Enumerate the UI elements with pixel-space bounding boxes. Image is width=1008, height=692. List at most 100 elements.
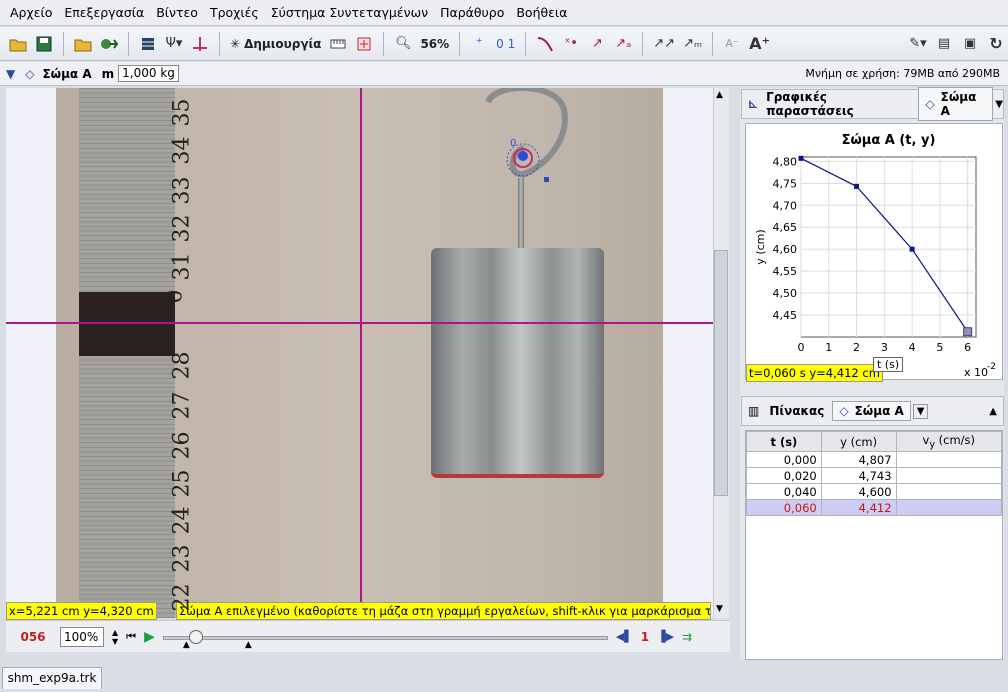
zoom-level[interactable]: 56% (417, 31, 452, 57)
trail-icon[interactable]: ⁺ (467, 31, 491, 57)
refresh-icon[interactable]: ↻ (984, 31, 1008, 57)
notes-icon[interactable]: ▤ (932, 31, 956, 57)
save-icon[interactable] (32, 31, 56, 57)
table-cell[interactable]: 4,743 (820, 467, 897, 484)
table-row[interactable]: 0,060 4,412 (746, 499, 1003, 516)
frame-number[interactable]: 056 (14, 630, 52, 644)
open-folder-icon[interactable] (6, 31, 30, 57)
menu-help[interactable]: Βοήθεια (510, 0, 573, 26)
velocity-icon[interactable]: ↗ (585, 31, 609, 57)
loop-icon[interactable]: ⇉ (682, 630, 692, 644)
data-table[interactable]: t (s) y (cm) vy (cm/s) 0,000 4,807 0,020 4,… (746, 431, 1003, 516)
table-cell[interactable] (895, 451, 1003, 468)
data-table-area[interactable]: t (s) y (cm) vy (cm/s) 0,000 4,807 0,020 4,… (745, 430, 1003, 660)
momentum-icon[interactable]: ↗ₘ (680, 31, 705, 57)
table-panel-header: ▥ Πίνακας ◇ Σώμα A ▼ ▲ (741, 396, 1004, 426)
x-tick-label: 3 (881, 341, 888, 354)
data-point (854, 183, 860, 189)
properties-icon[interactable]: ▣ (958, 31, 982, 57)
step-forward-icon[interactable]: ▐▶ (657, 630, 674, 643)
plot-area[interactable]: 0 1 2 3 4 5 6 4,80 4,75 4,70 4,65 4,60 4,55 4,50 4,45 Σ… (745, 123, 1003, 380)
plot-tab-label[interactable]: Γραφικές παραστάσεις (766, 90, 910, 118)
position-icon[interactable]: ˣ• (559, 31, 583, 57)
mass-field[interactable]: 1,000 kg (118, 65, 179, 82)
table-cell[interactable] (895, 467, 1003, 484)
create-track-button[interactable]: ✳ Δημιουργία (227, 31, 324, 57)
diamond-icon: ◇ (925, 97, 935, 111)
table-cell[interactable]: 0,060 (746, 499, 822, 516)
tape-icon[interactable] (326, 31, 350, 57)
calibration-icon[interactable]: Ψ▾ (162, 31, 186, 57)
ruler-number: 33 (169, 176, 195, 205)
export-icon[interactable] (97, 31, 121, 57)
font-larger-icon[interactable]: A⁺ (746, 31, 773, 57)
open-video-icon[interactable] (71, 31, 95, 57)
scroll-up-icon[interactable]: ▲ (716, 90, 723, 100)
table-row[interactable]: 0,040 4,600 (746, 483, 1003, 500)
status-message: Σώμα A επιλεγμένο (καθορίστε τη μάζα στη… (176, 602, 711, 620)
slider-knob[interactable] (188, 629, 203, 644)
chevron-down-icon[interactable]: ▼ (912, 403, 929, 419)
plot-track-selector[interactable]: ◇ Σώμα A (918, 87, 994, 121)
table-header[interactable]: t (s) (746, 431, 822, 452)
x-tick-label: 0 (798, 341, 805, 354)
track-name[interactable]: Σώμα A (42, 67, 91, 81)
x-tick-label: 6 (964, 341, 971, 354)
frame-slider[interactable]: ▲ ▲ (162, 627, 608, 650)
font-smaller-icon[interactable]: A⁻ (720, 31, 744, 57)
menu-edit[interactable]: Επεξεργασία (58, 0, 150, 26)
ruler-number: 22 (169, 583, 195, 612)
axes-icon[interactable] (188, 31, 212, 57)
step-size[interactable]: 1 (641, 630, 649, 644)
file-tab[interactable]: shm_exp9a.trk (2, 667, 102, 689)
zoom-spinner-icon[interactable]: ▲ ▼ (112, 628, 118, 646)
menu-coordinate-system[interactable]: Σύστημα Συντεταγμένων (265, 0, 434, 26)
play-icon[interactable]: ▶ (144, 629, 155, 645)
table-row[interactable]: 0,000 4,807 (746, 451, 1003, 468)
acceleration-icon[interactable]: ↗ₐ (611, 31, 635, 57)
plot-icon[interactable]: ⊾ (748, 97, 758, 111)
ruler-number: 32 (169, 214, 195, 243)
go-to-start-icon[interactable]: ⏮ (126, 630, 136, 644)
zoom-icon[interactable]: 🔍︎ (391, 31, 415, 57)
menu-file[interactable]: Αρχείο (4, 0, 58, 26)
clip-settings-icon[interactable] (136, 31, 160, 57)
table-header[interactable]: vy (cm/s) (895, 431, 1003, 452)
ruler-number: 26 (169, 431, 195, 460)
table-cell[interactable]: 4,600 (820, 483, 897, 500)
step-back-icon[interactable]: ◀▌ (616, 630, 633, 643)
table-cell[interactable]: 4,807 (820, 451, 897, 468)
table-track-selector[interactable]: ◇ Σώμα A (832, 401, 911, 421)
toolbar-separator (219, 31, 220, 56)
menu-video[interactable]: Βίντεο (150, 0, 204, 26)
table-cell[interactable]: 0,040 (746, 483, 822, 500)
table-tab-label[interactable]: Πίνακας (769, 404, 824, 418)
table-cell[interactable] (895, 499, 1003, 516)
scroll-down-icon[interactable]: ▼ (716, 604, 723, 614)
y-axis-line[interactable] (360, 88, 362, 618)
table-icon[interactable]: ▥ (748, 404, 759, 418)
table-cell[interactable]: 4,412 (820, 499, 897, 516)
line-chart[interactable]: 0 1 2 3 4 5 6 4,80 4,75 4,70 4,65 4,60 4,55 4,50 4,45 Σ… (746, 124, 1002, 379)
end-marker-icon[interactable]: ▲ (245, 640, 252, 650)
table-cell[interactable]: 0,000 (746, 451, 822, 468)
table-cell[interactable]: 0,020 (746, 467, 822, 484)
filter-icon[interactable] (352, 31, 376, 57)
chevron-up-icon[interactable]: ▲ (989, 406, 997, 417)
zoom-field[interactable]: 100% (60, 626, 104, 647)
chevron-down-icon[interactable]: ▼ (6, 67, 15, 81)
table-header[interactable]: y (cm) (820, 431, 897, 452)
video-panel[interactable]: 0 (6, 88, 713, 618)
start-marker-icon[interactable]: ▲ (183, 640, 190, 650)
vector-labels-icon[interactable]: 0 1 (493, 31, 518, 57)
menu-window[interactable]: Παράθυρο (434, 0, 510, 26)
notes-pencil-icon[interactable]: ✎▾ (906, 31, 930, 57)
path-icon[interactable] (533, 31, 557, 57)
table-cell[interactable] (895, 483, 1003, 500)
chevron-down-icon[interactable]: ▼ (995, 99, 1003, 110)
toolbar-separator (525, 31, 527, 56)
scrollbar-thumb[interactable] (714, 250, 728, 496)
menu-tracks[interactable]: Τροχιές (204, 0, 265, 26)
vector-sum-icon[interactable]: ↗↗ (650, 31, 678, 57)
table-row[interactable]: 0,020 4,743 (746, 467, 1003, 484)
